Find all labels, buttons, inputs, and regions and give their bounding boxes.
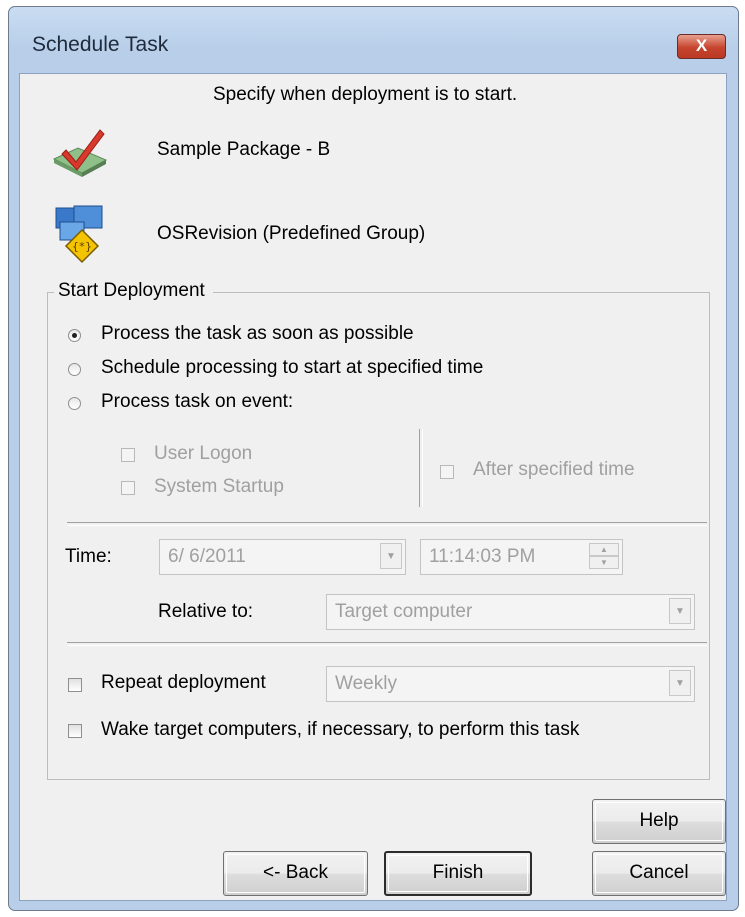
- system-startup-checkbox[interactable]: [121, 481, 135, 495]
- time-label: Time:: [65, 546, 112, 567]
- user-logon-checkbox[interactable]: [121, 448, 135, 462]
- computer-group-icon: {*}: [55, 205, 103, 264]
- dialog-window: Schedule Task X Specify when deployment …: [8, 6, 739, 911]
- close-button[interactable]: X: [677, 34, 726, 59]
- instruction-text: Specify when deployment is to start.: [213, 84, 518, 105]
- repeat-deployment-label[interactable]: Repeat deployment: [101, 672, 266, 694]
- time-separator-bottom: [67, 642, 707, 646]
- scheduled-radio[interactable]: [68, 363, 81, 376]
- chevron-down-icon[interactable]: ▼: [380, 543, 402, 569]
- package-check-icon: [52, 129, 108, 177]
- repeat-interval-value: Weekly: [335, 673, 397, 694]
- asap-label[interactable]: Process the task as soon as possible: [101, 323, 414, 345]
- close-icon: X: [695, 36, 708, 55]
- time-spinner[interactable]: ▲ ▼: [589, 543, 619, 569]
- after-time-checkbox[interactable]: [440, 465, 454, 479]
- relative-to-value: Target computer: [335, 601, 473, 622]
- finish-button[interactable]: Finish: [384, 851, 532, 896]
- back-button-label: <- Back: [263, 862, 328, 883]
- asap-radio[interactable]: [68, 329, 81, 342]
- help-button[interactable]: Help: [592, 799, 726, 844]
- date-picker[interactable]: 6/ 6/2011 ▼: [159, 539, 406, 575]
- time-separator-top: [67, 522, 707, 526]
- wake-computers-checkbox[interactable]: [68, 724, 82, 738]
- user-logon-label: User Logon: [154, 443, 253, 464]
- start-deployment-legend: Start Deployment: [54, 280, 213, 302]
- chevron-down-icon[interactable]: ▼: [669, 670, 691, 696]
- on-event-radio[interactable]: [68, 397, 81, 410]
- spin-down-icon[interactable]: ▼: [589, 556, 619, 569]
- scheduled-label[interactable]: Schedule processing to start at specifie…: [101, 357, 483, 379]
- repeat-deployment-checkbox[interactable]: [68, 678, 82, 692]
- system-startup-label: System Startup: [154, 476, 284, 497]
- help-button-label: Help: [639, 810, 679, 831]
- group-name: OSRevision (Predefined Group): [157, 223, 426, 244]
- relative-to-label: Relative to:: [158, 601, 254, 622]
- back-button[interactable]: <- Back: [223, 851, 368, 896]
- window-title: Schedule Task: [32, 33, 169, 56]
- start-deployment-group: Start Deployment Process the task as soo…: [47, 280, 710, 780]
- dialog-body: Specify when deployment is to start. Sam…: [19, 73, 727, 901]
- relative-to-select[interactable]: Target computer ▼: [326, 594, 695, 630]
- wake-computers-label[interactable]: Wake target computers, if necessary, to …: [101, 719, 579, 741]
- cancel-button-label: Cancel: [629, 862, 689, 883]
- finish-button-label: Finish: [432, 862, 484, 883]
- date-value: 6/ 6/2011: [168, 546, 246, 567]
- time-value: 11:14:03 PM: [429, 546, 536, 567]
- on-event-label[interactable]: Process task on event:: [101, 391, 293, 413]
- time-picker[interactable]: 11:14:03 PM ▲ ▼: [420, 539, 623, 575]
- chevron-down-icon[interactable]: ▼: [669, 598, 691, 624]
- repeat-interval-select[interactable]: Weekly ▼: [326, 666, 695, 702]
- spin-up-icon[interactable]: ▲: [589, 543, 619, 556]
- event-separator: [419, 429, 423, 507]
- package-name: Sample Package - B: [157, 139, 331, 160]
- svg-text:{*}: {*}: [72, 240, 92, 253]
- cancel-button[interactable]: Cancel: [592, 851, 726, 896]
- title-bar[interactable]: Schedule Task X: [9, 7, 738, 79]
- after-time-label: After specified time: [473, 459, 635, 480]
